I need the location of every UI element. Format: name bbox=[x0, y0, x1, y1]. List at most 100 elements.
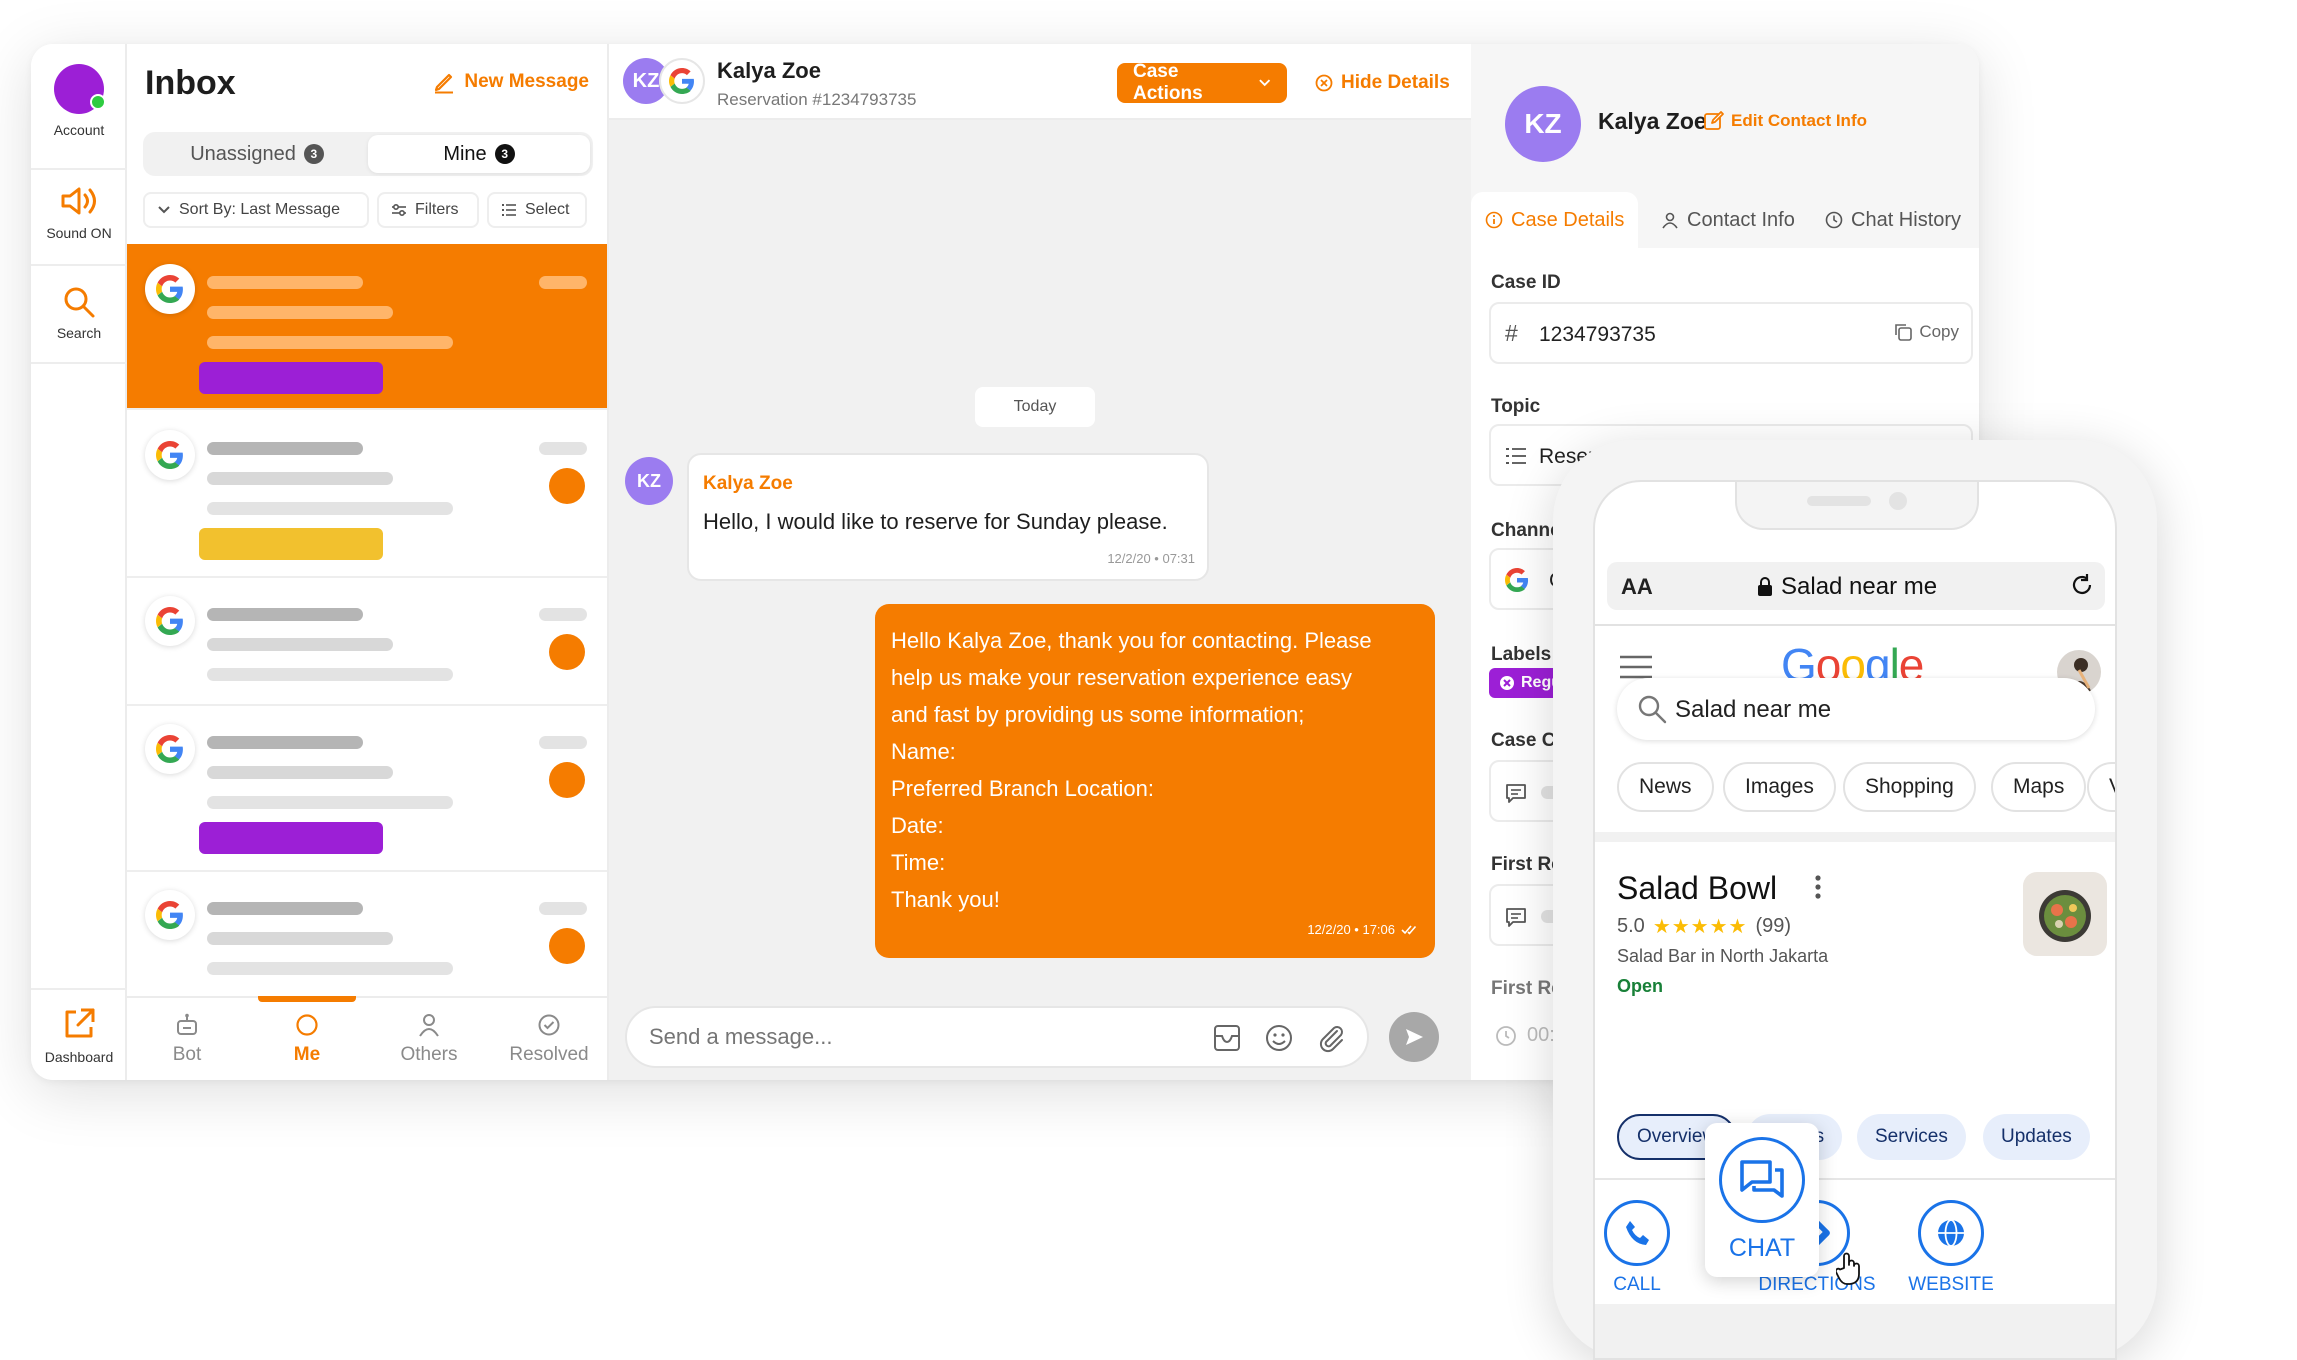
placeholder-line bbox=[207, 766, 393, 779]
sliders-icon bbox=[392, 203, 406, 217]
hamburger-menu-icon[interactable] bbox=[1619, 654, 1653, 680]
tab-chat-history-label: Chat History bbox=[1851, 208, 1962, 231]
speaker-grille bbox=[1807, 496, 1871, 506]
chat-panel: KZ Kalya Zoe Reservation #1234793735 Cas… bbox=[609, 44, 1471, 1080]
details-tabs: Case Details Contact Info Chat History bbox=[1471, 192, 1979, 248]
message-time: 12/2/20 • 07:31 bbox=[1107, 551, 1195, 566]
message-composer[interactable] bbox=[625, 1006, 1369, 1068]
inbox-bottom-nav: Bot Me Others Resolved bbox=[127, 996, 607, 1080]
tab-mine[interactable]: Mine 3 bbox=[368, 135, 590, 173]
chip-shopping[interactable]: Shopping bbox=[1843, 762, 1976, 812]
google-icon bbox=[145, 724, 195, 774]
robot-icon bbox=[177, 1013, 197, 1035]
chip-images[interactable]: Images bbox=[1723, 762, 1836, 812]
chip-maps[interactable]: Maps bbox=[1991, 762, 2087, 812]
conversation-item-selected[interactable] bbox=[127, 244, 607, 410]
conversation-item[interactable] bbox=[127, 706, 607, 872]
topic-label: Topic bbox=[1491, 396, 1541, 417]
emoji-icon[interactable] bbox=[1263, 1022, 1295, 1054]
send-button[interactable] bbox=[1389, 1012, 1439, 1062]
nav-bot-label: Bot bbox=[172, 1044, 202, 1065]
tab-unassigned[interactable]: Unassigned 3 bbox=[146, 135, 368, 173]
sound-toggle[interactable]: Sound ON bbox=[31, 184, 127, 241]
sort-dropdown[interactable]: Sort By: Last Message bbox=[143, 192, 369, 228]
message-line: Thank you! bbox=[891, 887, 1000, 912]
search-query: Salad near me bbox=[1675, 696, 1832, 723]
copy-button[interactable]: Copy bbox=[1893, 322, 1959, 342]
tab-chat-history[interactable]: Chat History bbox=[1811, 192, 1975, 248]
nav-others[interactable]: Others bbox=[379, 1012, 479, 1066]
business-category: Salad Bar in North Jakarta bbox=[1617, 946, 1829, 966]
business-thumbnail[interactable] bbox=[2023, 872, 2107, 956]
template-icon[interactable] bbox=[1211, 1022, 1243, 1054]
text-size-button[interactable]: AA bbox=[1621, 574, 1653, 600]
star-rating-icon: ★★★★★ bbox=[1652, 916, 1748, 938]
placeholder-line bbox=[207, 442, 363, 455]
remove-icon bbox=[1500, 676, 1514, 690]
message-line: Hello Kalya Zoe, thank you for contactin… bbox=[891, 628, 1372, 653]
phone-mockup: AA Salad near me Google Salad near me Ne… bbox=[1553, 440, 2157, 1360]
double-check-icon bbox=[1401, 924, 1417, 935]
unread-dot bbox=[549, 634, 585, 670]
bottom-area bbox=[1595, 1304, 2115, 1358]
nav-resolved-label: Resolved bbox=[509, 1044, 589, 1065]
close-circle-icon bbox=[1315, 74, 1333, 92]
chat-action[interactable]: CHAT bbox=[1705, 1123, 1819, 1277]
placeholder-line bbox=[207, 306, 393, 319]
conversation-item[interactable] bbox=[127, 410, 607, 578]
nav-me[interactable]: Me bbox=[257, 1012, 357, 1066]
case-id-label: Case ID bbox=[1491, 272, 1561, 293]
conversation-item[interactable] bbox=[127, 872, 607, 998]
case-actions-button[interactable]: Case Actions bbox=[1117, 61, 1287, 104]
message-icon bbox=[1506, 908, 1526, 927]
nav-resolved[interactable]: Resolved bbox=[499, 1012, 599, 1066]
more-vert-icon[interactable] bbox=[1813, 874, 1823, 900]
select-button[interactable]: Select bbox=[487, 192, 587, 228]
clock-icon bbox=[1825, 211, 1843, 229]
edit-contact-button[interactable]: Edit Contact Info bbox=[1703, 110, 1867, 132]
tab-updates[interactable]: Updates bbox=[1983, 1114, 2090, 1160]
phone-icon bbox=[1626, 1221, 1649, 1245]
browser-url-bar[interactable]: AA Salad near me bbox=[1607, 562, 2105, 610]
label-tag bbox=[199, 362, 383, 394]
tab-contact-info[interactable]: Contact Info bbox=[1647, 192, 1809, 248]
placeholder-line bbox=[207, 608, 363, 621]
google-icon bbox=[659, 58, 705, 104]
labels-label: Labels bbox=[1491, 644, 1552, 665]
copy-icon bbox=[1895, 324, 1913, 341]
google-search-box[interactable]: Salad near me bbox=[1617, 678, 2095, 740]
conversation-item[interactable] bbox=[127, 578, 607, 706]
reload-icon[interactable] bbox=[2069, 572, 2095, 598]
filters-button[interactable]: Filters bbox=[377, 192, 479, 228]
search-button[interactable]: Search bbox=[31, 284, 127, 341]
list-icon bbox=[1506, 448, 1526, 464]
business-rating: 5.0 ★★★★★ (99) bbox=[1617, 914, 1791, 939]
tab-case-details[interactable]: Case Details bbox=[1471, 192, 1639, 248]
website-action[interactable]: WEBSITE bbox=[1891, 1200, 2011, 1296]
hide-details-button[interactable]: Hide Details bbox=[1315, 72, 1450, 94]
nav-bot[interactable]: Bot bbox=[137, 1012, 237, 1066]
tab-contact-info-label: Contact Info bbox=[1687, 208, 1795, 231]
paperclip-icon[interactable] bbox=[1315, 1022, 1347, 1054]
copy-label: Copy bbox=[1919, 322, 1959, 341]
chip-news[interactable]: News bbox=[1617, 762, 1714, 812]
chat-contact-name: Kalya Zoe bbox=[717, 58, 821, 83]
message-time: 12/2/20 • 17:06 bbox=[1307, 922, 1395, 937]
chip-more[interactable]: V bbox=[2087, 762, 2115, 812]
unread-dot bbox=[549, 928, 585, 964]
mine-count-badge: 3 bbox=[494, 144, 515, 164]
dashboard-button[interactable]: Dashboard bbox=[31, 1006, 127, 1065]
message-input[interactable] bbox=[649, 1022, 1189, 1052]
new-message-button[interactable]: New Message bbox=[432, 70, 589, 94]
placeholder-line bbox=[207, 336, 453, 349]
tab-mine-label: Mine bbox=[443, 142, 487, 165]
first-response-time-value: 00: bbox=[1527, 1024, 1555, 1046]
nav-me-label: Me bbox=[293, 1044, 321, 1065]
placeholder-line bbox=[207, 902, 363, 915]
google-icon bbox=[145, 890, 195, 940]
website-icon-button bbox=[1918, 1200, 1984, 1266]
account-button[interactable]: Account bbox=[31, 64, 127, 138]
call-action[interactable]: CALL bbox=[1595, 1200, 1697, 1296]
tab-services[interactable]: Services bbox=[1857, 1114, 1966, 1160]
edit-contact-label: Edit Contact Info bbox=[1731, 111, 1867, 130]
